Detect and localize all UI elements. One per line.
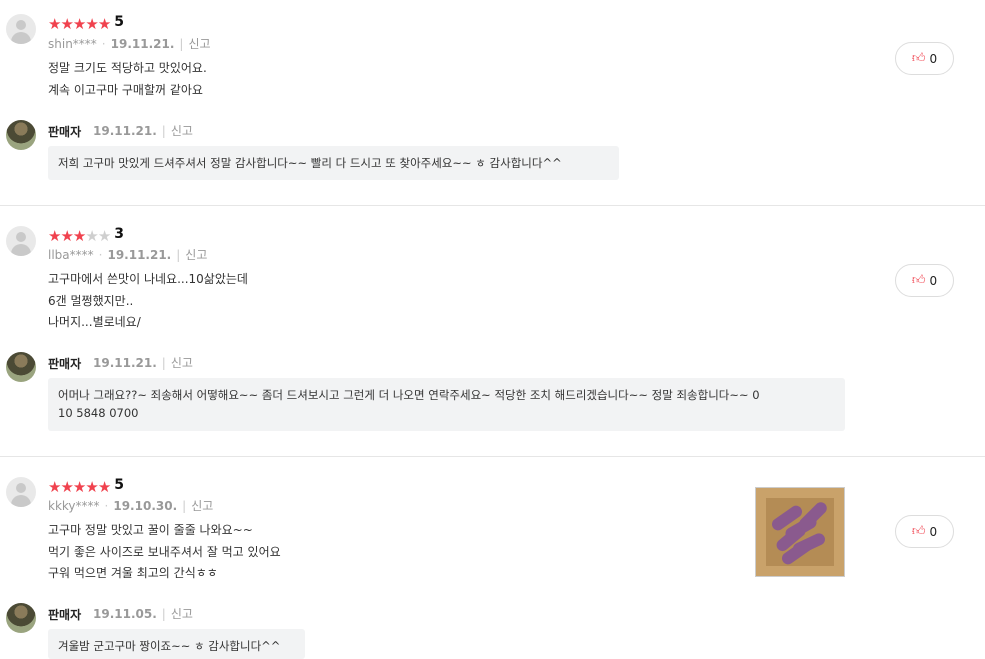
rating-score: 5 bbox=[114, 14, 125, 30]
star-rating: ★★★★★ 5 bbox=[48, 477, 125, 496]
like-count: 0 bbox=[929, 51, 938, 66]
star-rating: ★★★★★ 3 bbox=[48, 226, 125, 245]
user-avatar bbox=[6, 14, 36, 44]
reply-line: 어머나 그래요??~ 죄송해서 어떻해요~~ 좀더 드셔보시고 그런게 더 나오… bbox=[58, 388, 760, 402]
review-line: 고구마 정말 맛있고 꿀이 줄줄 나와요~~ bbox=[48, 523, 253, 537]
report-link[interactable]: 신고 bbox=[171, 356, 193, 370]
review-line: 구워 먹으면 겨울 최고의 간식ㅎㅎ bbox=[48, 566, 218, 580]
reviewer-id: kkky**** bbox=[48, 499, 100, 513]
seller-reply: 겨울밤 군고구마 짱이죠~~ ㅎ 감사합니다^^ bbox=[48, 629, 305, 659]
user-avatar bbox=[6, 226, 36, 256]
thumbs-up-icon: 👍︎ bbox=[911, 51, 926, 66]
review-meta: kkky**** · 19.10.30. | 신고 bbox=[48, 499, 214, 513]
seller-meta: 19.11.21. | 신고 bbox=[93, 356, 193, 370]
rating-score: 5 bbox=[114, 477, 125, 493]
review-date: 19.11.21. bbox=[107, 248, 172, 262]
reply-date: 19.11.21. bbox=[93, 356, 157, 370]
review-meta: llba**** · 19.11.21. | 신고 bbox=[48, 248, 208, 262]
star-icon: ★ bbox=[72, 15, 86, 33]
review-text: 고구마에서 쓴맛이 나네요...10삶았는데 6갠 멀쩡했지만.. 나머지...… bbox=[48, 269, 248, 334]
user-avatar bbox=[6, 477, 36, 507]
review-line: 먹기 좋은 사이즈로 보내주셔서 잘 먹고 있어요 bbox=[48, 544, 281, 559]
seller-avatar bbox=[6, 120, 36, 150]
seller-reply: 어머나 그래요??~ 죄송해서 어떻해요~~ 좀더 드셔보시고 그런게 더 나오… bbox=[48, 378, 845, 431]
review-date: 19.11.21. bbox=[110, 37, 175, 51]
seller-meta: 19.11.05. | 신고 bbox=[93, 607, 193, 621]
star-icon: ★ bbox=[85, 15, 98, 33]
like-count: 0 bbox=[929, 273, 938, 288]
reviewer-id: llba**** bbox=[48, 248, 94, 262]
review-text: 정말 크기도 적당하고 맛있어요. 계속 이고구마 구매할꺼 같아요 bbox=[48, 58, 207, 101]
like-button[interactable]: 👍︎ 0 bbox=[895, 42, 954, 75]
like-button[interactable]: 👍︎ 0 bbox=[895, 515, 954, 548]
reply-line: 10 5848 0700 bbox=[58, 406, 139, 420]
star-icon: ★ bbox=[48, 15, 61, 33]
star-icon: ★ bbox=[48, 227, 61, 245]
reply-line: 저희 고구마 맛있게 드셔주셔서 정말 감사합니다~~ 빨리 다 드시고 또 찾… bbox=[58, 156, 562, 170]
star-icon: ★ bbox=[48, 478, 61, 496]
thumbs-up-icon: 👍︎ bbox=[911, 273, 926, 288]
seller-name: 판매자 bbox=[48, 357, 82, 371]
star-icon: ★ bbox=[60, 478, 73, 496]
review-line: 정말 크기도 적당하고 맛있어요. bbox=[48, 61, 207, 75]
star-icon: ★ bbox=[97, 478, 111, 496]
like-button[interactable]: 👍︎ 0 bbox=[895, 264, 954, 297]
review-meta: shin**** · 19.11.21. | 신고 bbox=[48, 37, 211, 51]
seller-name: 판매자 bbox=[48, 125, 82, 139]
seller-meta: 19.11.21. | 신고 bbox=[93, 124, 193, 138]
review-line: 나머지...별로네요/ bbox=[48, 315, 141, 329]
star-icon: ★ bbox=[72, 227, 86, 245]
seller-avatar bbox=[6, 603, 36, 633]
seller-reply: 저희 고구마 맛있게 드셔주셔서 정말 감사합니다~~ 빨리 다 드시고 또 찾… bbox=[48, 146, 619, 180]
review-text: 고구마 정말 맛있고 꿀이 줄줄 나와요~~ 먹기 좋은 사이즈로 보내주셔서 … bbox=[48, 520, 281, 585]
divider bbox=[0, 205, 985, 206]
seller-name: 판매자 bbox=[48, 608, 82, 622]
review-line: 계속 이고구마 구매할꺼 같아요 bbox=[48, 82, 203, 97]
star-icon: ★ bbox=[85, 478, 98, 496]
divider bbox=[0, 456, 985, 457]
review-line: 6갠 멀쩡했지만.. bbox=[48, 293, 134, 308]
rating-score: 3 bbox=[114, 226, 125, 242]
star-icon: ★ bbox=[72, 478, 86, 496]
report-link[interactable]: 신고 bbox=[185, 248, 207, 262]
reply-line: 겨울밤 군고구마 짱이죠~~ ㅎ 감사합니다^^ bbox=[58, 639, 281, 653]
reply-date: 19.11.21. bbox=[93, 124, 157, 138]
star-rating: ★★★★★ 5 bbox=[48, 14, 125, 33]
review-line: 고구마에서 쓴맛이 나네요...10삶았는데 bbox=[48, 272, 248, 286]
review-photo-thumbnail[interactable] bbox=[755, 487, 845, 577]
seller-avatar bbox=[6, 352, 36, 382]
star-icon: ★ bbox=[60, 227, 73, 245]
report-link[interactable]: 신고 bbox=[171, 124, 193, 138]
report-link[interactable]: 신고 bbox=[191, 499, 213, 513]
thumbs-up-icon: 👍︎ bbox=[911, 524, 926, 539]
reviewer-id: shin**** bbox=[48, 37, 97, 51]
star-icon: ★ bbox=[97, 227, 111, 245]
review-date: 19.10.30. bbox=[113, 499, 178, 513]
star-icon: ★ bbox=[85, 227, 98, 245]
report-link[interactable]: 신고 bbox=[171, 607, 193, 621]
reply-date: 19.11.05. bbox=[93, 607, 157, 621]
star-icon: ★ bbox=[97, 15, 111, 33]
star-icon: ★ bbox=[60, 15, 73, 33]
like-count: 0 bbox=[929, 524, 938, 539]
report-link[interactable]: 신고 bbox=[188, 37, 210, 51]
